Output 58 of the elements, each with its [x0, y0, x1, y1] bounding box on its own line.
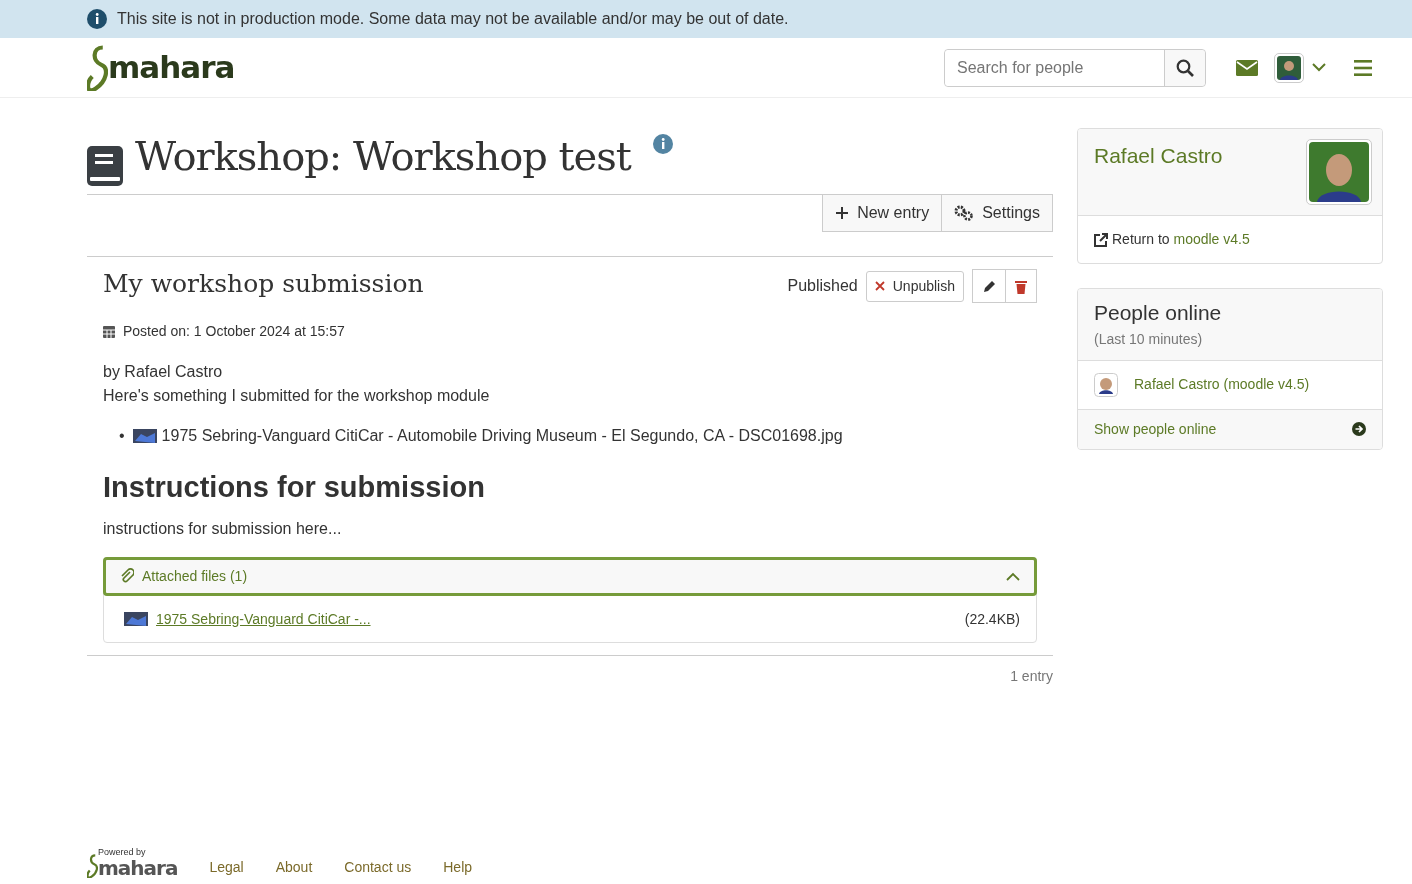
calendar-icon [103, 325, 115, 338]
settings-button[interactable]: Settings [941, 194, 1053, 232]
close-icon [874, 281, 885, 291]
show-people-online-link[interactable]: Show people online [1078, 409, 1382, 449]
attachment-item: 1975 Sebring-Vanguard CitiCar - Automobile Driving Museum - El Segundo, CA - DSC01698.jpg [132, 424, 843, 448]
search-button[interactable] [1164, 49, 1205, 86]
chevron-up-icon [1006, 571, 1020, 581]
swirl-icon [87, 44, 108, 91]
plus-icon [835, 206, 850, 220]
new-entry-button[interactable]: New entry [822, 194, 943, 232]
search-icon [1176, 59, 1194, 78]
edit-button[interactable] [972, 269, 1006, 303]
powered-by-text: Powered by [98, 848, 147, 858]
delete-button[interactable] [1005, 269, 1037, 303]
footer-link[interactable]: Contact us [344, 856, 412, 878]
posted-date: Posted on: 1 October 2024 at 15:57 [123, 322, 345, 341]
instructions-text: instructions for submission here... [103, 518, 343, 539]
image-thumbnail-icon [124, 612, 148, 627]
footer-logo-text[interactable]: mahara [98, 857, 178, 878]
chevron-down-icon [1312, 63, 1326, 72]
unpublish-button[interactable]: Unpublish [865, 270, 964, 302]
menu-icon [1354, 59, 1372, 76]
file-size: (22.4KB) [964, 609, 1020, 629]
entry-title: My workshop submission [103, 269, 424, 299]
status-label: Published [787, 276, 858, 296]
entry-body: Here's something I submitted for the workshop module [103, 386, 491, 406]
search-field[interactable]: Search for people [944, 48, 1206, 87]
book-icon [87, 146, 123, 186]
user-icon [1277, 56, 1301, 81]
footer-link[interactable]: Help [443, 856, 473, 878]
section-heading: Instructions for submission [103, 470, 486, 505]
attached-files-header[interactable]: Attached files (1) [103, 556, 1037, 596]
paperclip-icon [120, 568, 134, 585]
panel-title: People online [1094, 300, 1223, 326]
info-icon [87, 9, 107, 29]
external-link-icon [1094, 232, 1108, 247]
person-link[interactable]: Rafael Castro (moodle v4.5) [1134, 374, 1310, 395]
image-thumbnail-icon [132, 429, 157, 443]
file-link[interactable]: 1975 Sebring-Vanguard CitiCar -... [156, 608, 371, 630]
user-icon [1094, 372, 1118, 397]
swirl-icon [87, 853, 98, 878]
gears-icon [954, 205, 975, 221]
list-bullet: • [119, 426, 125, 446]
alert-message: This site is not in production mode. Some data may not be available and/or may be out of date. [117, 9, 789, 29]
footer-link[interactable]: About [275, 856, 313, 878]
avatar[interactable] [1274, 52, 1304, 83]
logo-text[interactable]: mahara [108, 44, 235, 91]
arrow-right-circle-icon [1352, 422, 1366, 436]
panel-subtitle: (Last 10 minutes) [1094, 329, 1204, 349]
author-text: by Rafael Castro [103, 362, 224, 382]
footer-link[interactable]: Legal [209, 856, 244, 878]
info-icon [652, 134, 673, 154]
pencil-icon [982, 279, 996, 294]
page-title: Workshop: Workshop test [135, 132, 631, 180]
return-link[interactable]: Return to moodle v4.5 [1112, 229, 1250, 250]
entry-count: 1 entry [1010, 666, 1053, 686]
trash-icon [1015, 279, 1027, 294]
mail-icon [1236, 59, 1258, 76]
